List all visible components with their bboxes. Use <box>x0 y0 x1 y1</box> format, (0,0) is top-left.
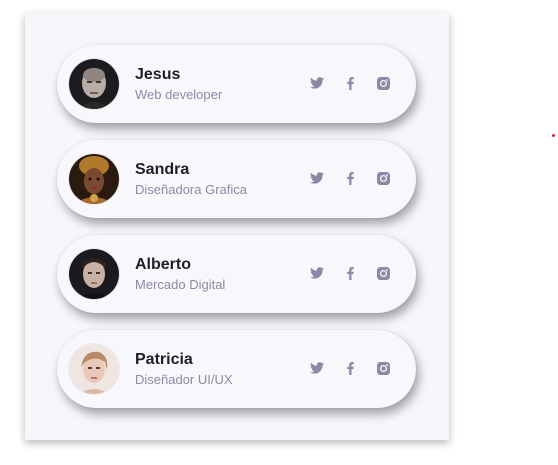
twitter-icon[interactable] <box>309 170 325 186</box>
facebook-icon[interactable] <box>342 360 358 376</box>
profile-role: Web developer <box>135 87 223 102</box>
twitter-icon[interactable] <box>309 360 325 376</box>
profile-card-alberto: Alberto Mercado Digital <box>57 235 416 313</box>
twitter-icon[interactable] <box>309 75 325 91</box>
twitter-icon[interactable] <box>309 265 325 281</box>
instagram-icon[interactable] <box>375 265 391 281</box>
avatar <box>69 154 119 204</box>
profile-name: Alberto <box>135 256 191 273</box>
facebook-icon[interactable] <box>342 265 358 281</box>
profile-name: Jesus <box>135 66 181 83</box>
social-links <box>309 265 393 281</box>
instagram-icon[interactable] <box>375 170 391 186</box>
facebook-icon[interactable] <box>342 75 358 91</box>
instagram-icon[interactable] <box>375 360 391 376</box>
profile-name: Patricia <box>135 351 193 368</box>
profile-card-sandra: Sandra Diseñadora Grafica <box>57 140 416 218</box>
social-links <box>309 360 393 376</box>
avatar <box>69 249 119 299</box>
decorative-dot <box>552 134 555 137</box>
profile-role: Mercado Digital <box>135 277 226 292</box>
facebook-icon[interactable] <box>342 170 358 186</box>
avatar <box>69 59 119 109</box>
profile-name: Sandra <box>135 161 190 178</box>
profile-card-jesus: Jesus Web developer <box>57 45 416 123</box>
avatar <box>69 344 119 394</box>
profile-card-patricia: Patricia Diseñador UI/UX <box>57 330 416 408</box>
profile-role: Diseñador UI/UX <box>135 372 233 387</box>
social-links <box>309 75 393 91</box>
profiles-panel: Jesus Web developer Sandra Diseñadora Gr… <box>25 13 449 440</box>
instagram-icon[interactable] <box>375 75 391 91</box>
profile-role: Diseñadora Grafica <box>135 182 247 197</box>
social-links <box>309 170 393 186</box>
